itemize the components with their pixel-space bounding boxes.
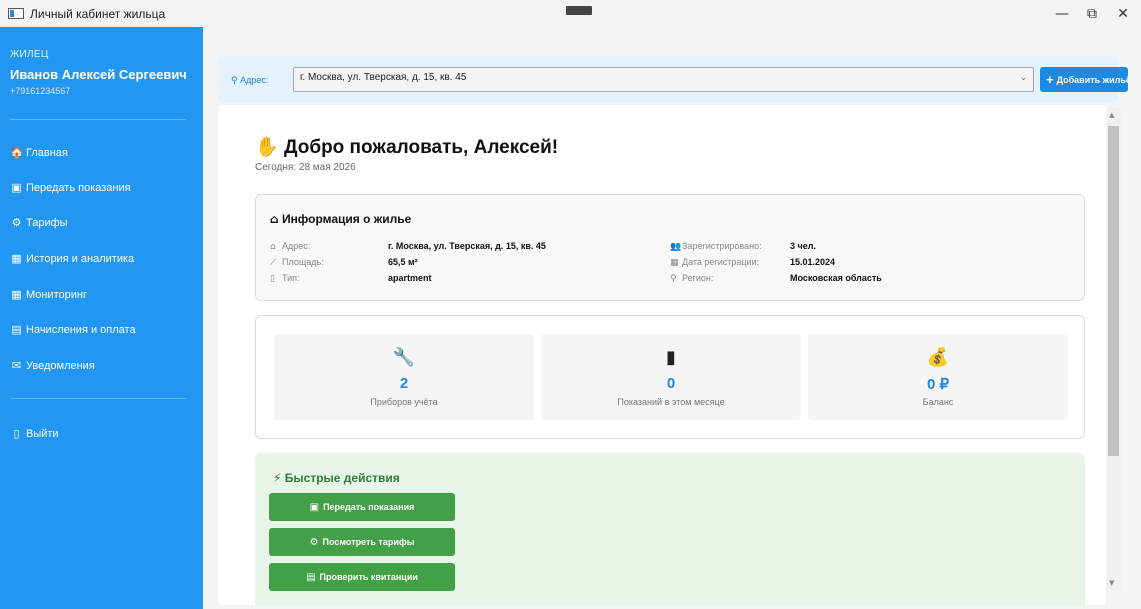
receipt-icon: ▤ — [306, 571, 316, 583]
sidebar-divider — [10, 398, 186, 399]
page-title: ✋ Добро пожаловать, Алексей! — [255, 136, 559, 158]
receipt-icon: ▤ — [11, 323, 22, 336]
sidebar-item-notifications[interactable]: ✉ Уведомления — [10, 359, 95, 372]
stat-value: 0 ₽ — [926, 376, 950, 393]
sidebar-item-billing[interactable]: ▤ Начисления и оплата — [10, 323, 136, 336]
stat-readings: ▮ 0 Показаний в этом месяце — [541, 334, 801, 420]
user-name: Иванов Алексей Сергеевич — [10, 67, 187, 82]
plus-icon: + — [1046, 72, 1054, 87]
stat-balance: 💰 0 ₽ Баланс — [808, 334, 1068, 420]
lightning-icon: ⚡ — [273, 471, 282, 485]
window-title-bar: Личный кабинет жильца — ⧉ ✕ — [0, 0, 1141, 27]
sidebar-item-history[interactable]: ▦ История и аналитика — [10, 252, 134, 265]
info-label: Дата регистрации: — [682, 257, 760, 267]
info-value: apartment — [388, 273, 432, 283]
info-value: 65,5 м² — [388, 257, 418, 267]
sidebar-item-label: Выйти — [26, 427, 59, 440]
address-label: ⚲ Адрес: — [231, 75, 269, 86]
window-title: Личный кабинет жильца — [30, 6, 166, 21]
info-label: Адрес: — [282, 241, 311, 251]
info-label: Площадь: — [282, 257, 324, 267]
info-label: Тип: — [282, 273, 300, 283]
stat-label: Баланс — [922, 397, 954, 407]
chevron-down-icon: ⌄ — [1020, 73, 1027, 82]
housing-info-heading: ⌂ Информация о жилье — [270, 212, 412, 226]
money-bag-icon: ⚙ — [309, 536, 319, 548]
main-area: ⚲ Адрес: г. Москва, ул. Тверская, д. 15,… — [203, 27, 1141, 609]
info-value: 3 чел. — [790, 241, 816, 251]
sidebar: ЖИЛЕЦ Иванов Алексей Сергеевич +79161234… — [0, 27, 203, 609]
monitor-chart-icon: ▦ — [11, 288, 22, 301]
quick-button-label: Проверить квитанции — [319, 572, 418, 582]
meter-icon: ▣ — [309, 501, 320, 513]
housing-info-card: ⌂ Информация о жилье ⌂ Адрес: г. Москва, … — [255, 194, 1085, 301]
address-select-value: г. Москва, ул. Тверская, д. 15, кв. 45 — [300, 72, 467, 83]
location-pin-icon: ⚲ — [670, 274, 677, 284]
meter-icon: ▣ — [11, 181, 22, 194]
sidebar-item-label: История и аналитика — [26, 252, 135, 265]
quick-actions-heading: ⚡ Быстрые действия — [273, 471, 400, 485]
info-value: Московская область — [790, 273, 882, 283]
user-phone: +79161234567 — [10, 86, 71, 96]
money-bag-icon: 💰 — [926, 347, 950, 368]
bar-chart-icon: ▮ — [666, 347, 676, 368]
sidebar-item-label: Мониторинг — [26, 288, 88, 301]
dashboard-content[interactable]: ✋ Добро пожаловать, Алексей! Сегодня: 28… — [218, 105, 1106, 605]
quick-actions-card: ⚡ Быстрые действия ▣ Передать показания … — [255, 453, 1085, 605]
sidebar-item-label: Начисления и оплата — [26, 323, 136, 336]
sidebar-item-home[interactable]: 🏠 Главная — [10, 146, 68, 159]
address-select[interactable]: г. Москва, ул. Тверская, д. 15, кв. 45 ⌄ — [293, 67, 1034, 92]
app-window-icon — [8, 8, 24, 19]
quick-submit-readings-button[interactable]: ▣ Передать показания — [269, 493, 455, 521]
add-housing-label: Добавить жильё — [1056, 74, 1128, 85]
quick-button-label: Посмотреть тарифы — [322, 537, 415, 547]
calendar-icon: ▦ — [670, 258, 679, 268]
info-label: Регион: — [682, 273, 714, 283]
sidebar-item-label: Главная — [26, 146, 68, 159]
user-role: ЖИЛЕЦ — [10, 49, 49, 60]
door-icon: ▯ — [270, 274, 275, 284]
door-icon: ▯ — [13, 427, 20, 440]
sidebar-item-logout[interactable]: ▯ Выйти — [10, 427, 59, 440]
sidebar-item-label: Передать показания — [26, 181, 131, 194]
sidebar-item-monitoring[interactable]: ▦ Мониторинг — [10, 288, 87, 301]
quick-view-tariffs-button[interactable]: ⚙ Посмотреть тарифы — [269, 528, 455, 556]
sidebar-item-label: Уведомления — [26, 359, 95, 372]
ruler-icon: ⟋ — [270, 258, 277, 268]
drag-handle[interactable] — [566, 6, 592, 15]
stat-value: 0 — [666, 375, 676, 392]
stats-card: 🔧 2 Приборов учёта ▮ 0 Показаний в этом … — [255, 315, 1085, 439]
quick-button-label: Передать показания — [323, 502, 415, 512]
close-button[interactable]: ✕ — [1105, 0, 1141, 27]
chart-icon: ▦ — [11, 252, 22, 265]
home-icon: ⌂ — [270, 242, 276, 252]
sidebar-item-label: Тарифы — [26, 216, 68, 229]
scrollbar-thumb[interactable] — [1108, 126, 1119, 456]
people-icon: 👥 — [670, 242, 682, 252]
home-icon: 🏠 — [10, 146, 24, 159]
quick-check-receipts-button[interactable]: ▤ Проверить квитанции — [269, 563, 455, 591]
location-pin-icon: ⚲ — [231, 76, 238, 86]
stat-meters: 🔧 2 Приборов учёта — [274, 334, 534, 420]
add-housing-button[interactable]: + Добавить жильё — [1040, 67, 1128, 92]
scroll-up-arrow-icon[interactable]: ▲ — [1109, 111, 1114, 119]
info-label: Зарегистрировано: — [682, 241, 762, 251]
address-bar: ⚲ Адрес: г. Москва, ул. Тверская, д. 15,… — [218, 56, 1128, 103]
info-value: 15.01.2024 — [790, 257, 836, 267]
bell-icon: ✉ — [11, 359, 22, 372]
stat-label: Показаний в этом месяце — [617, 397, 725, 407]
sidebar-item-tariffs[interactable]: ⚙ Тарифы — [10, 216, 68, 229]
sidebar-divider — [10, 119, 186, 120]
scroll-down-arrow-icon[interactable]: ▼ — [1109, 579, 1114, 587]
sidebar-item-submit-readings[interactable]: ▣ Передать показания — [10, 181, 131, 194]
waving-hand-icon: ✋ — [255, 136, 279, 158]
building-icon: ⌂ — [270, 212, 279, 226]
money-bag-icon: ⚙ — [11, 216, 22, 229]
stat-label: Приборов учёта — [370, 397, 438, 407]
stat-value: 2 — [399, 375, 409, 392]
content-scrollbar[interactable]: ▲ ▼ — [1107, 108, 1121, 590]
info-value: г. Москва, ул. Тверская, д. 15, кв. 45 — [388, 241, 546, 251]
wrench-icon: 🔧 — [392, 347, 416, 368]
today-date: Сегодня: 28 мая 2026 — [255, 162, 356, 173]
